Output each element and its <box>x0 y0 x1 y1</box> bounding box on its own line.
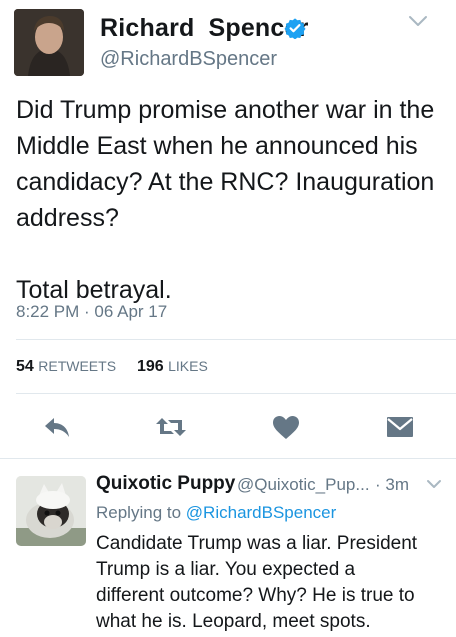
author-handle[interactable]: @RichardBSpencer <box>100 48 277 71</box>
avatar-image <box>16 476 86 546</box>
reply-text: Candidate Trump was a liar. President Tr… <box>96 533 418 632</box>
replying-mention[interactable]: @RichardBSpencer <box>186 503 337 522</box>
reply-handle[interactable]: @Quixotic_Pup... <box>237 475 370 495</box>
chevron-down-icon[interactable] <box>426 478 442 490</box>
heart-icon[interactable] <box>271 414 301 440</box>
author-avatar[interactable] <box>14 9 84 76</box>
reply-avatar[interactable] <box>16 476 86 546</box>
reply-time[interactable]: · 3m <box>375 475 409 495</box>
retweets-count[interactable]: 54 <box>16 358 34 375</box>
likes-label[interactable]: LIKES <box>168 358 208 374</box>
verified-badge-icon <box>284 18 306 39</box>
divider <box>0 458 456 459</box>
divider <box>16 393 456 394</box>
divider <box>16 339 456 340</box>
likes-count[interactable]: 196 <box>137 358 164 375</box>
reply-display-name[interactable]: Quixotic Puppy <box>96 473 235 495</box>
retweets-label[interactable]: RETWEETS <box>38 358 116 374</box>
chevron-down-icon[interactable] <box>408 14 428 28</box>
author-display-name[interactable]: Richard Spencer <box>100 14 309 43</box>
tweet-timestamp[interactable]: 8:22 PM · 06 Apr 17 <box>16 302 167 322</box>
replying-prefix: Replying to <box>96 503 182 522</box>
envelope-icon[interactable] <box>385 414 415 440</box>
tweet-text: Did Trump promise another war in the Mid… <box>16 96 435 304</box>
avatar-image <box>14 9 84 76</box>
replying-to: Replying to @RichardBSpencer <box>96 503 336 523</box>
author-first-name: Richard <box>100 14 195 42</box>
tweet-stats: 54 RETWEETS 196 LIKES <box>16 358 208 376</box>
retweet-icon[interactable] <box>154 414 188 440</box>
reply-arrow-icon[interactable] <box>42 414 72 440</box>
